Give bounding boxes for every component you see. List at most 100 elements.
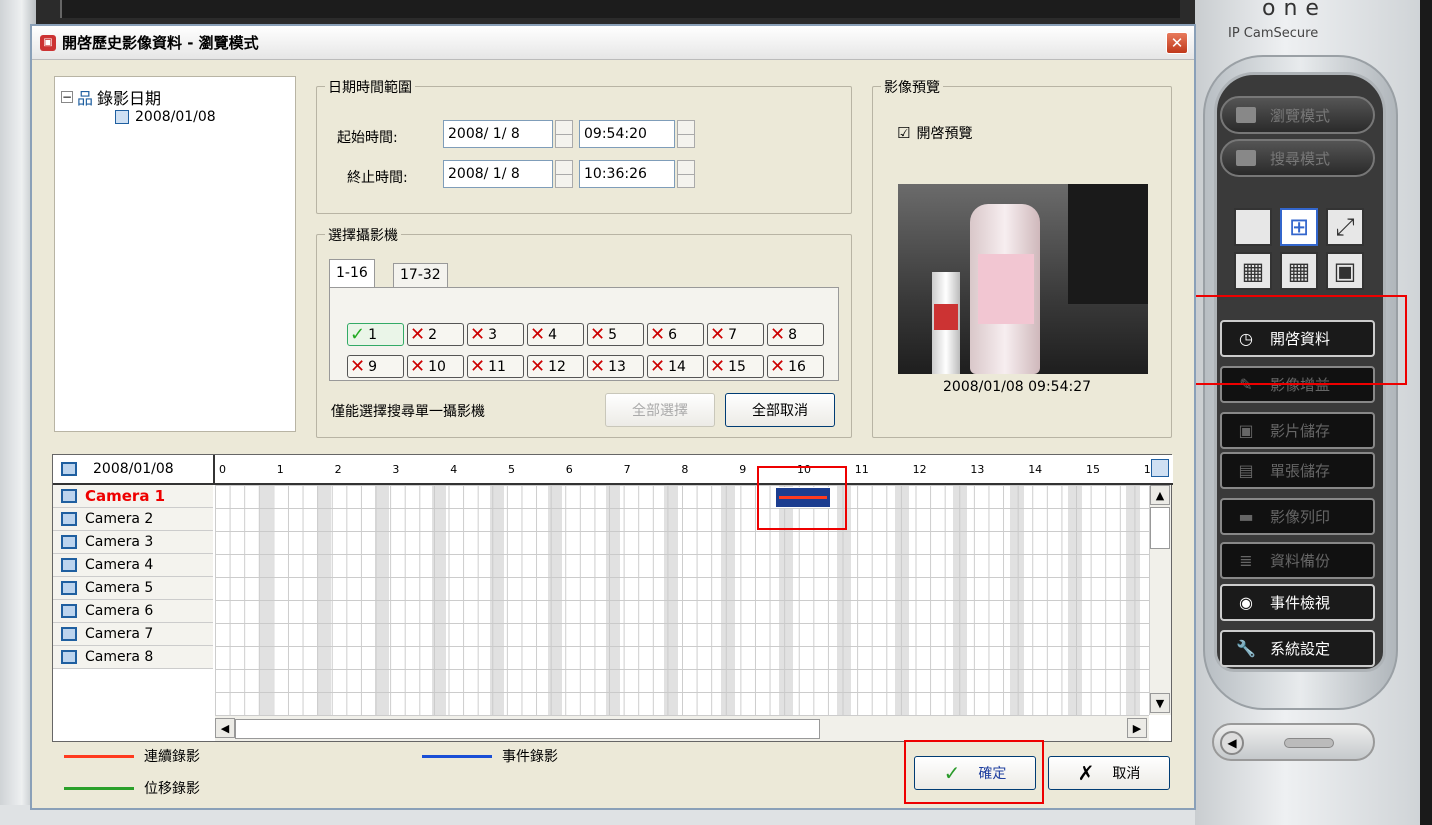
timeline-grid[interactable] <box>215 485 1149 715</box>
start-time-spinner[interactable] <box>677 120 695 148</box>
camera-select-button[interactable]: ✕ 15 <box>707 355 764 378</box>
backup-button[interactable]: ≣ 資料備份 <box>1220 542 1375 579</box>
camera-number: 1 <box>368 326 378 343</box>
preview-checkbox[interactable]: ☑ 開啓預覽 <box>897 123 972 143</box>
end-time-field[interactable]: 10:36:26 <box>579 160 675 188</box>
camera-row[interactable]: Camera 2 <box>53 508 213 531</box>
camera-select-button[interactable]: ✓ 1 <box>347 323 404 346</box>
collapse-icon[interactable]: − <box>61 91 73 103</box>
camera-number: 11 <box>488 358 506 375</box>
brand-logo: one <box>1262 0 1327 21</box>
camera-select-group: 選擇攝影機 1-16 17-32 ✓ 1 ✕ 2 ✕ 3 ✕ 4 ✕ 5 ✕ 6 ✕ 7 ✕ 8 ✕ 9 ✕ 10 ✕ 1… <box>316 225 852 438</box>
camera-select-button[interactable]: ✕ 2 <box>407 323 464 346</box>
x-icon: ✕ <box>590 355 606 377</box>
volume-handle[interactable] <box>1284 738 1334 748</box>
tab-cam-17-32[interactable]: 17-32 <box>393 263 448 287</box>
tree-date-item[interactable]: 2008/01/08 <box>115 109 216 125</box>
camera-select-button[interactable]: ✕ 14 <box>647 355 704 378</box>
hour-tick-label: 8 <box>681 463 689 476</box>
timeline-date: 2008/01/08 <box>61 461 174 477</box>
end-date-spinner[interactable] <box>555 160 573 188</box>
dialog-title: 開啓歷史影像資料 - 瀏覽模式 <box>62 34 259 52</box>
brand-subtitle: IP CamSecure <box>1228 26 1319 41</box>
camera-row[interactable]: Camera 3 <box>53 531 213 554</box>
tab-cam-1-16[interactable]: 1-16 <box>329 259 375 287</box>
scroll-down-icon[interactable]: ▼ <box>1150 693 1170 713</box>
start-time-field[interactable]: 09:54:20 <box>579 120 675 148</box>
system-settings-button[interactable]: 🔧 系統設定 <box>1220 630 1375 667</box>
camera-number: 15 <box>728 358 746 375</box>
zoom-grid-icon[interactable] <box>1151 459 1169 477</box>
highlight-box-recording <box>757 466 847 530</box>
camera-select-button[interactable]: ✕ 16 <box>767 355 824 378</box>
snapshot-save-button[interactable]: ▤ 單張儲存 <box>1220 452 1375 489</box>
end-time-spinner[interactable] <box>677 160 695 188</box>
close-icon[interactable]: ✕ <box>1166 32 1188 54</box>
camera-row[interactable]: Camera 4 <box>53 554 213 577</box>
horizontal-scroll-thumb[interactable] <box>235 719 820 739</box>
grid-hour-stripe <box>663 485 678 715</box>
dialog-app-icon: ▣ <box>40 34 56 51</box>
camera-number: 9 <box>368 358 378 375</box>
search-mode-button[interactable]: 搜尋模式 <box>1220 139 1375 177</box>
event-view-button[interactable]: ◉ 事件檢視 <box>1220 584 1375 621</box>
browse-mode-button[interactable]: 瀏覽模式 <box>1220 96 1375 134</box>
legend-line-continuous <box>64 754 134 758</box>
camera-select-button[interactable]: ✕ 5 <box>587 323 644 346</box>
grid-hour-stripe <box>490 485 505 715</box>
start-date-spinner[interactable] <box>555 120 573 148</box>
vertical-scrollbar[interactable]: ▲ ▼ <box>1149 485 1171 715</box>
horizontal-scrollbar[interactable]: ◀ ▶ <box>215 715 1149 741</box>
camera-row[interactable]: Camera 1 <box>53 485 213 508</box>
camera-select-button[interactable]: ✕ 7 <box>707 323 764 346</box>
legend-line-event <box>422 754 492 758</box>
x-icon: ✕ <box>410 323 426 345</box>
camera-icon <box>61 512 77 526</box>
start-date-field[interactable]: 2008/ 1/ 8 <box>443 120 553 148</box>
camera-select-button[interactable]: ✕ 3 <box>467 323 524 346</box>
layout-16-icon[interactable]: ▦ <box>1280 252 1318 290</box>
camera-row-label: Camera 1 <box>85 487 166 505</box>
fullscreen-icon[interactable]: ⤢ <box>1326 208 1364 246</box>
camera-select-button[interactable]: ✕ 6 <box>647 323 704 346</box>
layout-fit-icon[interactable]: ▣ <box>1326 252 1364 290</box>
print-button[interactable]: ▬ 影像列印 <box>1220 498 1375 535</box>
video-save-button[interactable]: ▣ 影片儲存 <box>1220 412 1375 449</box>
scroll-left-icon[interactable]: ◀ <box>215 718 235 738</box>
camera-select-button[interactable]: ✕ 11 <box>467 355 524 378</box>
select-all-button[interactable]: 全部選擇 <box>605 393 715 427</box>
grid-hour-stripe <box>1068 485 1083 715</box>
layout-9-icon[interactable]: ▦ <box>1234 252 1272 290</box>
vertical-scroll-thumb[interactable] <box>1150 507 1170 549</box>
camera-select-button[interactable]: ✕ 10 <box>407 355 464 378</box>
tree-date-label: 2008/01/08 <box>135 109 216 125</box>
hour-tick-label: 4 <box>450 463 458 476</box>
x-icon: ✕ <box>530 323 546 345</box>
camera-icon <box>61 650 77 664</box>
camera-select-button[interactable]: ✕ 13 <box>587 355 644 378</box>
camera-row[interactable]: Camera 6 <box>53 600 213 623</box>
volume-slider[interactable]: ◀ <box>1212 723 1375 761</box>
layout-1-icon[interactable] <box>1234 208 1272 246</box>
camera-select-button[interactable]: ✕ 12 <box>527 355 584 378</box>
layout-4-icon[interactable]: ⊞ <box>1280 208 1318 246</box>
camera-row[interactable]: Camera 5 <box>53 577 213 600</box>
camera-select-button[interactable]: ✕ 9 <box>347 355 404 378</box>
print-label: 影像列印 <box>1270 508 1331 526</box>
grid-hour-stripe <box>548 485 562 715</box>
camera-row[interactable]: Camera 8 <box>53 646 213 669</box>
camera-icon <box>61 627 77 641</box>
camera-select-button[interactable]: ✕ 4 <box>527 323 584 346</box>
camera-select-button[interactable]: ✕ 8 <box>767 323 824 346</box>
deselect-all-button[interactable]: 全部取消 <box>725 393 835 427</box>
scroll-right-icon[interactable]: ▶ <box>1127 718 1147 738</box>
scroll-up-icon[interactable]: ▲ <box>1150 485 1170 505</box>
tree-root[interactable]: − 品 錄影日期 <box>61 85 161 109</box>
cancel-button[interactable]: ✗ 取消 <box>1048 756 1170 790</box>
end-date-field[interactable]: 2008/ 1/ 8 <box>443 160 553 188</box>
camera-row[interactable]: Camera 7 <box>53 623 213 646</box>
legend-motion: 位移錄影 <box>64 778 200 798</box>
x-icon: ✕ <box>590 323 606 345</box>
hour-tick-label: 1 <box>276 463 284 476</box>
snapshot-save-label: 單張儲存 <box>1270 462 1331 480</box>
